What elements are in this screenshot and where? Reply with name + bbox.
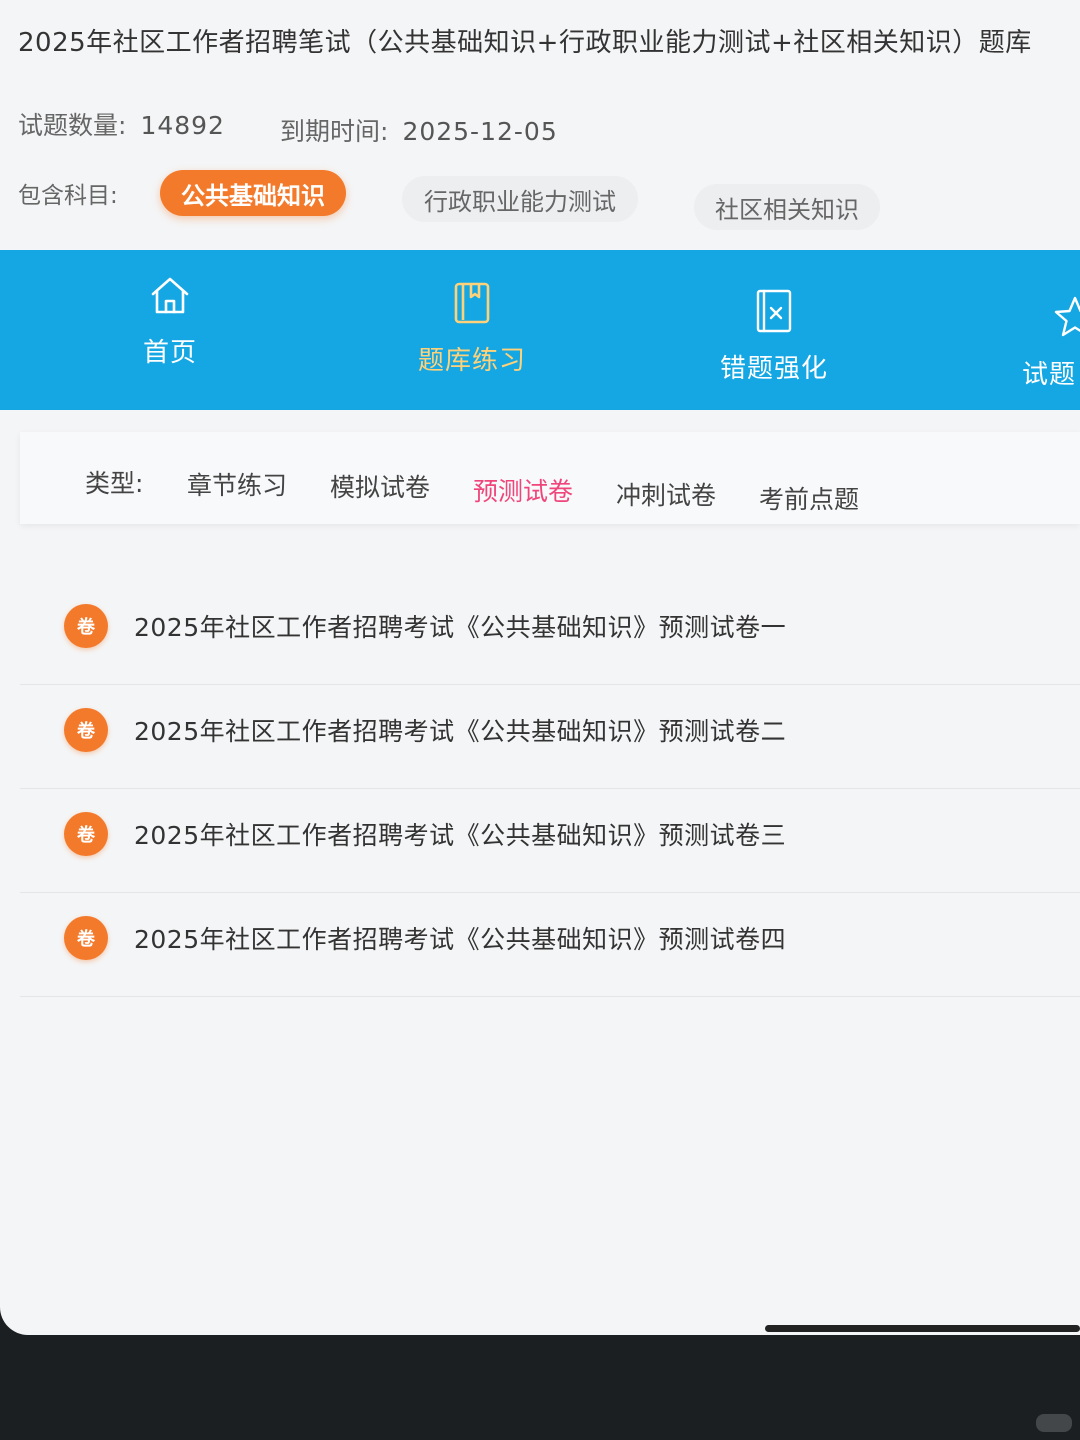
question-count-label: 试题数量: — [18, 111, 127, 140]
paper-title: 2025年社区工作者招聘考试《公共基础知识》预测试卷一 — [134, 613, 787, 642]
nav-label-questions: 试题 — [1022, 360, 1077, 390]
subject-chip-aptitude-test[interactable]: 行政职业能力测试 — [402, 176, 638, 222]
paper-title: 2025年社区工作者招聘考试《公共基础知识》预测试卷三 — [134, 821, 787, 850]
expiry-label: 到期时间: — [280, 117, 389, 146]
type-tab-chapter-practice[interactable]: 章节练习 — [187, 466, 287, 502]
paper-list-item[interactable]: 卷 2025年社区工作者招聘考试《公共基础知识》预测试卷二 — [20, 684, 1080, 789]
nav-item-wrong-questions[interactable]: 错题强化 — [684, 288, 864, 385]
paper-list-item[interactable]: 卷 2025年社区工作者招聘考试《公共基础知识》预测试卷三 — [20, 788, 1080, 893]
paper-title: 2025年社区工作者招聘考试《公共基础知识》预测试卷四 — [134, 925, 787, 954]
question-count: 试题数量: 14892 — [18, 106, 225, 142]
subjects-label: 包含科目: — [18, 183, 118, 209]
main-nav-bar: 首页 题库练习 错题强化 试题 — [0, 250, 1080, 410]
type-tab-mock-exam[interactable]: 模拟试卷 — [330, 468, 430, 504]
type-filter-bar: 类型: 章节练习 模拟试卷 预测试卷 冲刺试卷 考前点题 — [20, 432, 1080, 524]
expiry-date: 到期时间: 2025-12-05 — [280, 112, 558, 148]
paper-badge: 卷 — [64, 604, 108, 648]
app-screen: 2025年社区工作者招聘笔试（公共基础知识+行政职业能力测试+社区相关知识）题库… — [0, 0, 1080, 1335]
expiry-value: 2025-12-05 — [402, 117, 558, 146]
nav-item-home[interactable]: 首页 — [80, 272, 260, 369]
paper-badge: 卷 — [64, 812, 108, 856]
paper-list-item[interactable]: 卷 2025年社区工作者招聘考试《公共基础知识》预测试卷四 — [20, 892, 1080, 997]
wrong-questions-icon — [756, 289, 792, 333]
nav-item-questions[interactable]: 试题 — [986, 294, 1080, 391]
nav-label-home: 首页 — [142, 338, 197, 368]
question-count-value: 14892 — [140, 111, 225, 140]
home-icon — [151, 277, 189, 314]
paper-badge: 卷 — [64, 708, 108, 752]
paper-title: 2025年社区工作者招聘考试《公共基础知识》预测试卷二 — [134, 717, 787, 746]
nav-label-wrong-questions: 错题强化 — [719, 354, 828, 384]
nav-item-question-bank[interactable]: 题库练习 — [382, 280, 562, 377]
watermark-logo — [1036, 1414, 1072, 1432]
subject-chip-public-knowledge[interactable]: 公共基础知识 — [160, 170, 346, 216]
type-tab-pre-exam-tips[interactable]: 考前点题 — [759, 480, 859, 516]
type-label: 类型: — [85, 469, 144, 498]
page-title: 2025年社区工作者招聘笔试（公共基础知识+行政职业能力测试+社区相关知识）题库 — [18, 28, 1032, 58]
nav-label-question-bank: 题库练习 — [417, 346, 526, 376]
paper-list-item[interactable]: 卷 2025年社区工作者招聘考试《公共基础知识》预测试卷一 — [20, 580, 1080, 685]
home-indicator[interactable] — [765, 1325, 1080, 1332]
type-tab-sprint-exam[interactable]: 冲刺试卷 — [616, 476, 716, 512]
subject-chip-community-knowledge[interactable]: 社区相关知识 — [694, 184, 880, 230]
star-icon — [1054, 296, 1080, 337]
paper-badge: 卷 — [64, 916, 108, 960]
type-tab-predicted-exam[interactable]: 预测试卷 — [473, 472, 573, 508]
book-icon — [454, 282, 490, 324]
